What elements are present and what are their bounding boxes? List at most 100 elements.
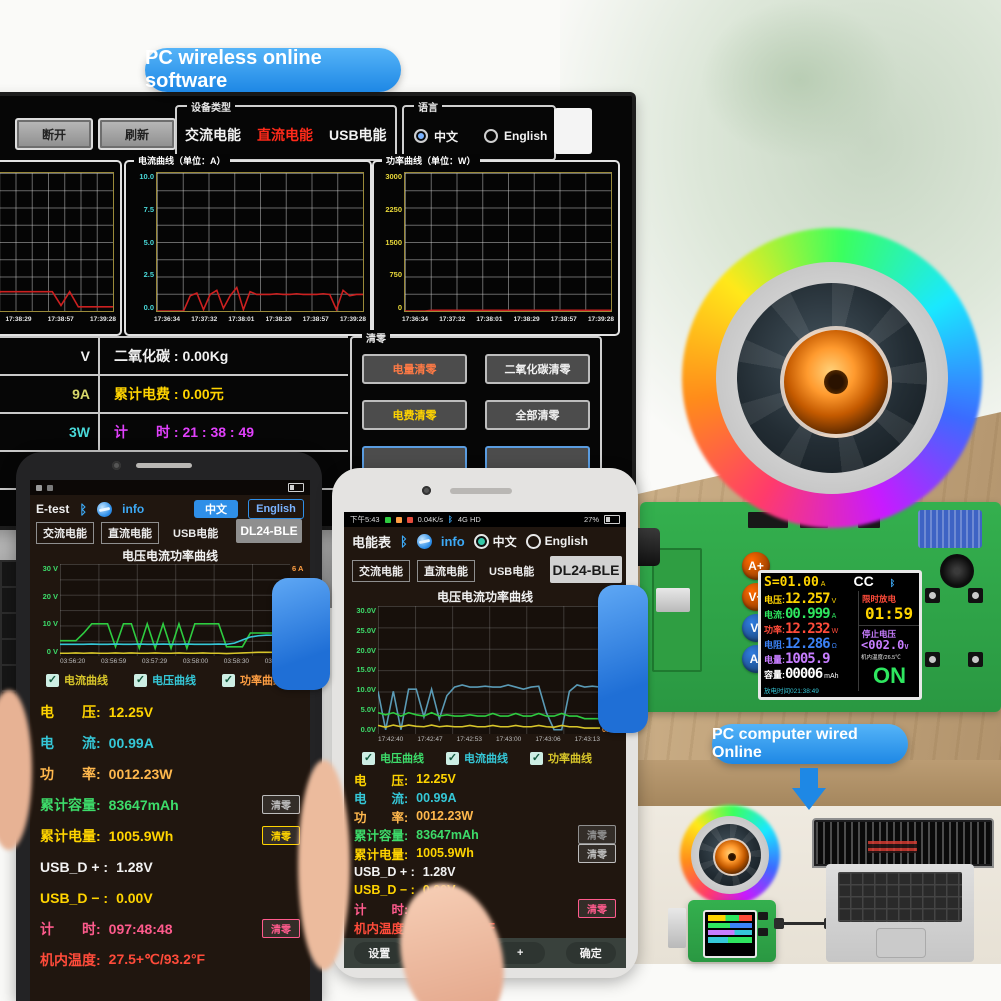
reading-label: USB_D + :	[40, 859, 108, 875]
internal-temp-small: 机内温度/26.5℃	[861, 653, 901, 661]
wired-bubble-text: PC computer wired Online	[712, 726, 908, 762]
chinese-button[interactable]: 中文	[194, 500, 238, 518]
x-tick: 03:58:00	[183, 658, 208, 665]
start-button[interactable]	[925, 652, 940, 667]
reset-button-全部清零[interactable]: 全部清零	[485, 400, 590, 430]
tab-USB电能[interactable]: USB电能	[166, 522, 225, 544]
on-state: ON	[873, 663, 906, 689]
setup-button[interactable]	[925, 588, 940, 603]
chart-title: 功率曲线（单位：W）	[382, 154, 480, 167]
disconnect-button[interactable]: 断开	[15, 118, 93, 150]
tact-button[interactable]	[968, 652, 983, 667]
checkbox-电压曲线[interactable]: ✓电压曲线	[134, 672, 196, 688]
bluetooth-icon[interactable]: ᛒ	[79, 502, 87, 517]
tact-button[interactable]	[968, 588, 983, 603]
chart-title: 电流曲线（单位：A）	[134, 154, 230, 167]
reading-value: 0012.23W	[109, 766, 173, 782]
checkbox-电流曲线[interactable]: ✓电流曲线	[46, 672, 108, 688]
reading-row: 机内温度:27.5+℃/93.2°F	[40, 944, 302, 975]
tab-交流电能[interactable]: 交流电能	[352, 560, 410, 582]
reading-value: 00.99A	[109, 735, 154, 751]
pc-tab-直流电能[interactable]: 直流电能	[257, 125, 313, 145]
checkbox-电流曲线[interactable]: ✓电流曲线	[446, 750, 508, 766]
stats-partial-value: 3W	[0, 414, 100, 450]
phone-left: E-test ᛒ info 中文 English 交流电能直流电能USB电能 D…	[16, 452, 322, 1001]
radio-chinese[interactable]: 中文	[474, 533, 517, 550]
lcd-row-value: 12.257	[785, 591, 830, 607]
checkbox-电压曲线[interactable]: ✓电压曲线	[362, 750, 424, 766]
clear-button[interactable]: 清零	[578, 899, 616, 918]
reading-label: 计 时:	[40, 919, 101, 939]
nav-button-设置[interactable]: 设置	[354, 942, 404, 964]
checkbox-label: 电流曲线	[464, 750, 508, 766]
reading-row: 电 压:12.25V	[354, 770, 618, 789]
reading-label: 电 流:	[354, 788, 408, 807]
plot-area	[60, 564, 290, 656]
clear-button[interactable]: 清零	[262, 919, 300, 938]
phone-left-screen: E-test ᛒ info 中文 English 交流电能直流电能USB电能 D…	[30, 480, 310, 1001]
x-tick: 17:38:57	[48, 316, 74, 328]
lcd-rows: 电压:12.257V电流:00.999A功率:12.232W电阻:12.286Ω…	[761, 591, 857, 681]
curve-checkboxes: ✓电流曲线✓电压曲线✓功率曲线	[46, 672, 284, 688]
pc-tab-交流电能[interactable]: 交流电能	[185, 125, 241, 145]
reset-button-二氧化碳清零[interactable]: 二氧化碳清零	[485, 354, 590, 384]
wireless-bubble: PC wireless online software	[145, 48, 401, 92]
checkbox-功率曲线[interactable]: ✓功率曲线	[530, 750, 592, 766]
device-model-tab[interactable]: DL24-BLE	[550, 556, 622, 583]
micro-usb-port	[656, 588, 690, 612]
x-axis-labels: 17:42:4017:42:4717:42:5317:43:0017:43:06…	[378, 736, 600, 743]
x-axis-labels: 03:56:2003:56:5903:57:2903:58:0003:58:30…	[60, 658, 290, 665]
reset-button-电费清零[interactable]: 电费清零	[362, 400, 467, 430]
clear-button[interactable]: 清零	[262, 795, 300, 814]
x-tick: 17:36:34	[402, 316, 428, 328]
x-tick: 17:39:28	[90, 316, 116, 328]
pc-tab-USB电能[interactable]: USB电能	[329, 125, 387, 145]
clear-button[interactable]: 清零	[578, 825, 616, 844]
info-link[interactable]: info	[441, 534, 465, 549]
battery-icon	[604, 515, 620, 524]
tabs: 交流电能直流电能 USB电能	[352, 560, 541, 582]
tab-交流电能[interactable]: 交流电能	[36, 522, 94, 544]
stats-value: 计 时 : 21 : 38 : 49	[100, 422, 348, 442]
x-tick: 17:38:01	[228, 316, 254, 328]
reading-label: 计 时:	[354, 899, 408, 918]
battery-icon	[288, 483, 304, 492]
nav-button-确定[interactable]: 确定	[566, 942, 616, 964]
clear-button[interactable]: 清零	[578, 844, 616, 863]
reading-row: USB_D + :1.28V	[354, 863, 618, 882]
tab-直流电能[interactable]: 直流电能	[101, 522, 159, 544]
globe-icon[interactable]	[417, 534, 432, 549]
clear-button[interactable]: 清零	[262, 826, 300, 845]
reading-value: 097:48:48	[109, 921, 173, 937]
phone-holder-grip-right	[598, 585, 648, 733]
lens-center	[780, 326, 892, 438]
x-tick: 03:56:20	[60, 658, 85, 665]
radio-chinese-label: 中文	[434, 128, 458, 145]
tab-直流电能[interactable]: 直流电能	[417, 560, 475, 582]
tabs: 交流电能直流电能 USB电能	[36, 522, 225, 544]
checkbox-icon: ✓	[530, 752, 543, 765]
info-link[interactable]: info	[122, 502, 144, 516]
laptop-keys[interactable]	[838, 872, 962, 922]
reading-label: USB_D − :	[354, 883, 415, 897]
english-button[interactable]: English	[248, 499, 304, 519]
reading-row: USB_D − :0.00V	[354, 881, 618, 900]
radio-chinese[interactable]: 中文	[414, 128, 458, 145]
reset-button-电量清零[interactable]: 电量清零	[362, 354, 467, 384]
globe-icon[interactable]	[97, 502, 112, 517]
tab-USB电能[interactable]: USB电能	[482, 560, 541, 582]
y-tick: 1500	[385, 238, 402, 247]
bluetooth-icon[interactable]: ᛒ	[400, 534, 408, 549]
wireless-bubble-text: PC wireless online software	[145, 47, 401, 93]
y-tick: 7.5	[144, 205, 154, 214]
device-model-tab[interactable]: DL24-BLE	[236, 519, 302, 543]
refresh-button[interactable]: 刷新	[98, 118, 176, 150]
stop-voltage-value: <002.0V	[861, 638, 909, 652]
pc-current-chart: 电流曲线（单位：A） 10.07.55.02.50.0 17:36:3417:3…	[124, 160, 372, 336]
radio-english[interactable]: English	[526, 534, 588, 549]
checkbox-icon: ✓	[222, 674, 235, 687]
stats-partial-value: 9A	[0, 376, 100, 412]
laptop-trackpad[interactable]	[876, 928, 926, 958]
x-tick: 17:42:47	[417, 736, 442, 743]
radio-english[interactable]: English	[484, 129, 547, 143]
